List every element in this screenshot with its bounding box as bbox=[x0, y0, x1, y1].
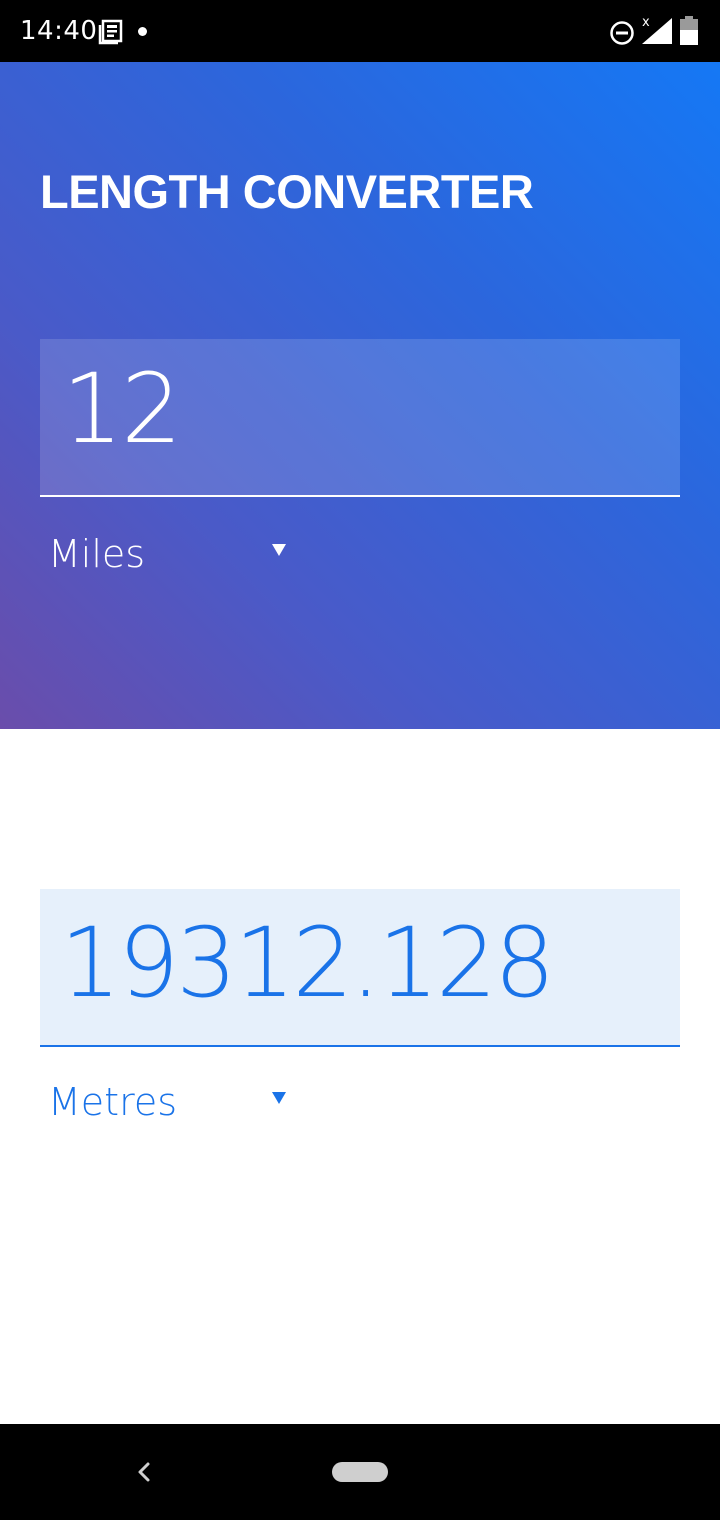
input-value: 12 bbox=[62, 353, 182, 465]
status-bar: 14:40 x bbox=[0, 0, 720, 62]
dropdown-arrow-icon bbox=[272, 544, 286, 556]
navigation-bar bbox=[0, 1424, 720, 1520]
from-unit-label: Miles bbox=[48, 532, 146, 576]
news-icon bbox=[98, 19, 123, 45]
output-value: 19312.128 bbox=[60, 907, 555, 1019]
to-unit-label: Metres bbox=[48, 1080, 178, 1124]
notification-dot-icon bbox=[138, 27, 147, 36]
battery-icon bbox=[680, 16, 698, 45]
output-field[interactable]: 19312.128 bbox=[40, 889, 680, 1047]
do-not-disturb-icon bbox=[610, 21, 634, 45]
status-time: 14:40 bbox=[20, 16, 98, 46]
from-unit-dropdown[interactable]: Miles bbox=[48, 530, 288, 580]
input-field[interactable]: 12 bbox=[40, 339, 680, 497]
header-panel: LENGTH CONVERTER 12 Miles bbox=[0, 62, 720, 729]
dropdown-arrow-icon bbox=[272, 1092, 286, 1104]
home-pill-button[interactable] bbox=[332, 1462, 388, 1482]
back-icon[interactable] bbox=[130, 1458, 158, 1486]
page-title: LENGTH CONVERTER bbox=[40, 165, 534, 218]
signal-no-data-icon: x bbox=[642, 15, 672, 44]
svg-text:x: x bbox=[642, 15, 650, 30]
to-unit-dropdown[interactable]: Metres bbox=[48, 1078, 288, 1128]
